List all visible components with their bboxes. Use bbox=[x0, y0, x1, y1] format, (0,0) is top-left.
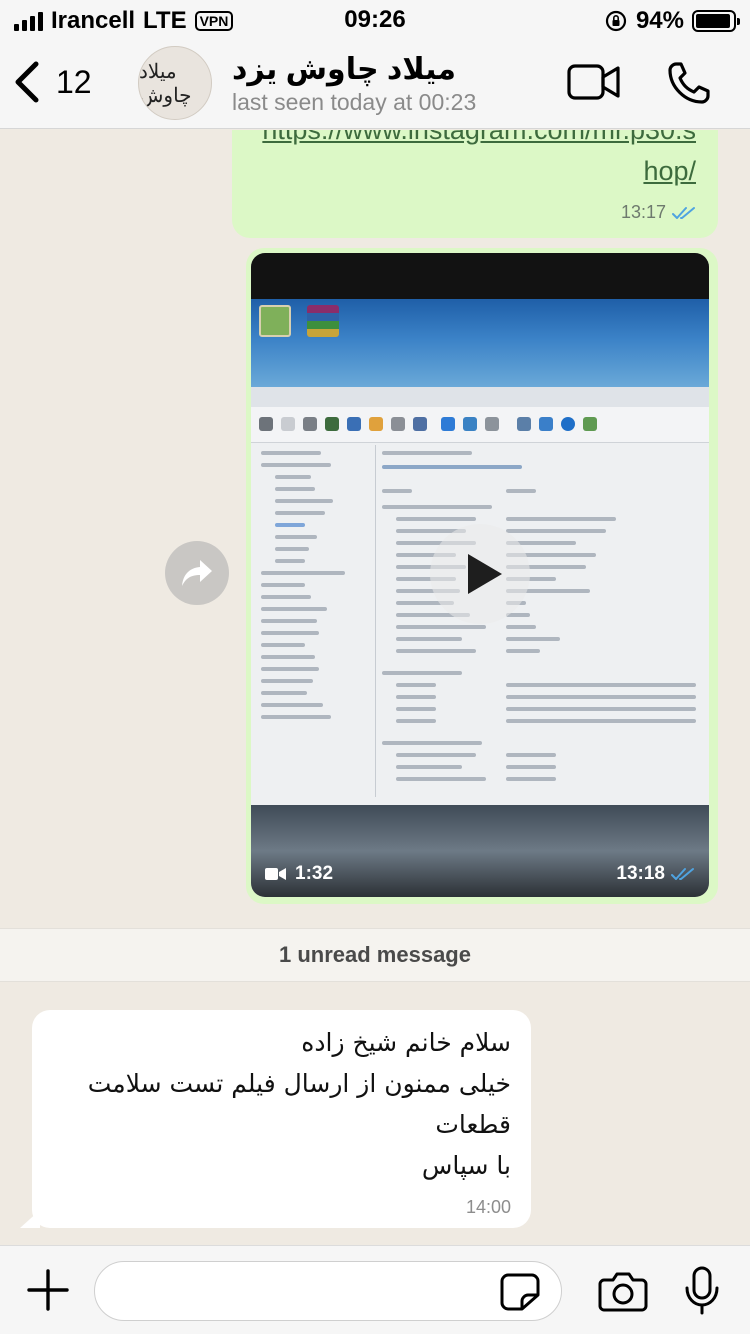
unread-divider: 1 unread message bbox=[0, 928, 750, 982]
thumbnail-details-panel bbox=[375, 445, 709, 797]
battery-icon bbox=[692, 10, 740, 32]
message-line: سلام خانم شیخ زاده bbox=[301, 1028, 511, 1057]
read-receipt-icon bbox=[671, 868, 694, 880]
archive-shortcut-icon bbox=[307, 305, 339, 337]
message-meta: 13:18 bbox=[616, 863, 695, 885]
video-camera-icon bbox=[265, 868, 286, 880]
phone-icon[interactable] bbox=[666, 60, 712, 106]
message-text: سلام خانم شیخ زاده خیلی ممنون از ارسال ف… bbox=[51, 1022, 511, 1186]
message-input[interactable] bbox=[94, 1261, 562, 1321]
last-seen-status: last seen today at 00:23 bbox=[232, 89, 477, 115]
chat-header: 12 میلاد چاوش میلاد چاوش یزد last seen t… bbox=[0, 40, 750, 129]
battery-fill bbox=[696, 14, 730, 28]
message-time: 13:17 bbox=[620, 202, 666, 222]
outgoing-link-message[interactable]: https://www.instagram.com/mr.p30.shop/ 1… bbox=[232, 130, 718, 238]
contact-name[interactable]: میلاد چاوش یزد bbox=[232, 52, 456, 87]
message-line: خیلی ممنون از ارسال فیلم تست سلامت bbox=[87, 1069, 511, 1098]
avatar[interactable]: میلاد چاوش bbox=[138, 46, 212, 120]
message-meta: 13:17 bbox=[621, 202, 696, 223]
chevron-left-icon bbox=[15, 61, 39, 103]
status-right: 94% bbox=[604, 7, 740, 35]
message-line: قطعات bbox=[435, 1110, 511, 1139]
message-time: 14:00 bbox=[465, 1197, 511, 1217]
status-bar: Irancell LTE VPN 09:26 94% bbox=[0, 0, 750, 40]
message-time: 13:18 bbox=[616, 863, 665, 884]
camera-icon[interactable] bbox=[598, 1270, 648, 1312]
thumbnail-tree bbox=[251, 445, 373, 797]
forward-button[interactable] bbox=[165, 541, 229, 605]
message-link[interactable]: https://www.instagram.com/mr.p30.shop/ bbox=[256, 130, 696, 192]
back-button[interactable]: 12 bbox=[12, 60, 92, 104]
unread-chats-count: 12 bbox=[56, 63, 92, 100]
microphone-icon[interactable] bbox=[684, 1266, 720, 1316]
thumbnail-toolbar bbox=[251, 407, 709, 443]
plus-icon[interactable] bbox=[26, 1268, 70, 1312]
message-input-bar bbox=[0, 1245, 750, 1334]
video-duration: 1:32 bbox=[265, 863, 333, 885]
battery-percent: 94% bbox=[635, 7, 684, 34]
avatar-logo-text: میلاد چاوش bbox=[139, 59, 192, 107]
thumbnail-dark-strip bbox=[251, 253, 709, 299]
play-button[interactable] bbox=[430, 524, 530, 624]
incoming-text-message[interactable]: سلام خانم شیخ زاده خیلی ممنون از ارسال ف… bbox=[20, 1010, 531, 1228]
video-thumbnail[interactable]: 1:32 13:18 bbox=[251, 253, 709, 897]
desktop-shortcut-icon bbox=[259, 305, 291, 337]
video-duration-text: 1:32 bbox=[295, 863, 334, 884]
video-call-icon[interactable] bbox=[566, 62, 622, 102]
thumbnail-titlebar bbox=[251, 387, 709, 407]
chat-area[interactable]: https://www.instagram.com/mr.p30.shop/ 1… bbox=[0, 130, 750, 1245]
orientation-lock-icon bbox=[605, 10, 627, 32]
outgoing-video-message[interactable]: 1:32 13:18 bbox=[246, 248, 718, 904]
sticker-icon[interactable] bbox=[500, 1273, 540, 1311]
forward-icon bbox=[182, 560, 212, 586]
message-line: با سپاس bbox=[421, 1151, 511, 1180]
read-receipt-icon bbox=[672, 206, 695, 219]
